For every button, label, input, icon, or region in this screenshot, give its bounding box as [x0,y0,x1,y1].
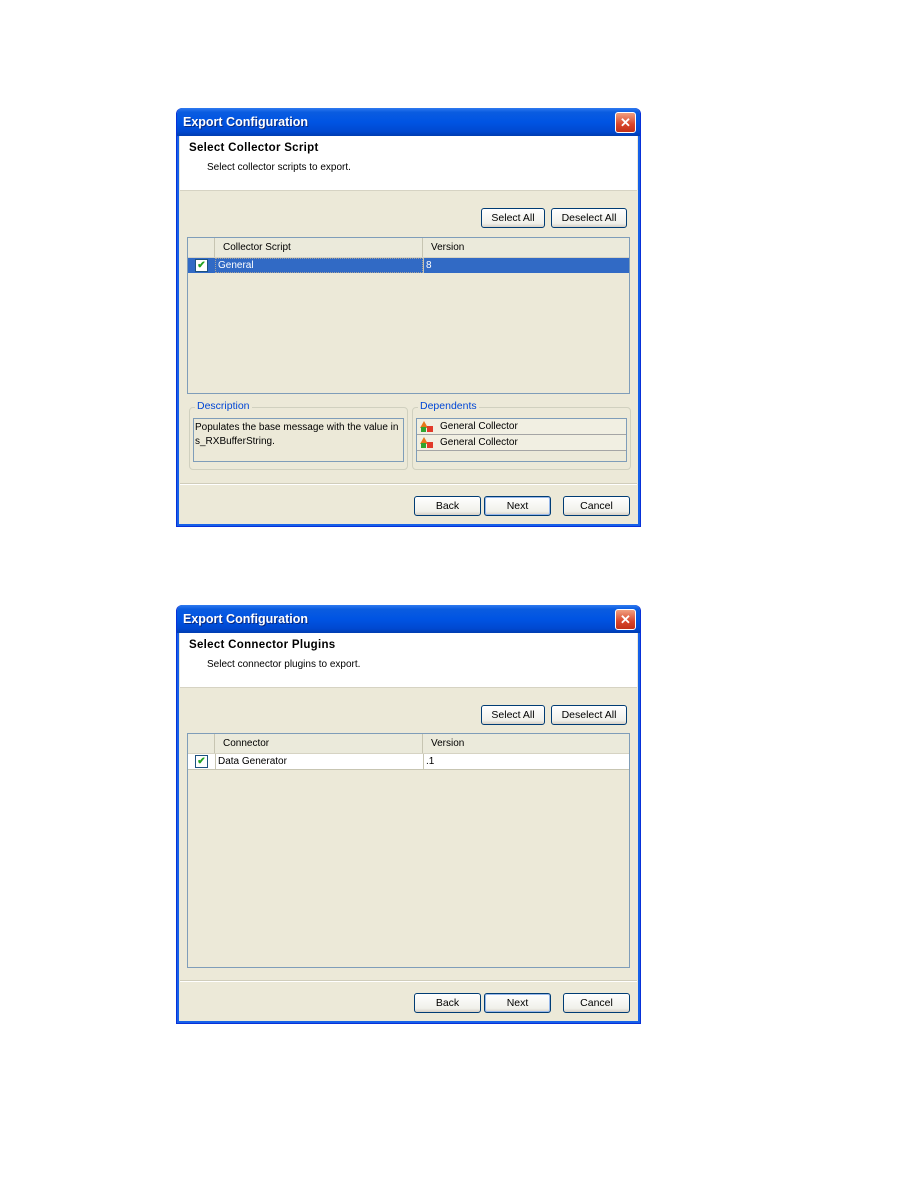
dependent-label: General Collector [440,421,518,432]
dependents-label: Dependents [418,400,479,412]
description-text: Populates the base message with the valu… [193,418,404,462]
title-bar: Export Configuration ✕ [177,108,640,136]
close-button[interactable]: ✕ [615,112,636,133]
page-title: Select Collector Script [189,142,319,154]
dependent-label: General Collector [440,437,518,448]
close-icon: ✕ [620,115,631,130]
next-button[interactable]: Next [484,496,551,516]
page-subtitle: Select collector scripts to export. [207,162,351,173]
select-all-button[interactable]: Select All [481,208,545,228]
dependents-group: Dependents General Collector General Col… [412,400,631,470]
version-cell: .1 [423,754,629,769]
footer-divider [180,483,637,485]
table-row[interactable]: ✔ General 8 [188,258,629,273]
page-subtitle: Select connector plugins to export. [207,659,361,670]
page-title: Select Connector Plugins [189,639,336,651]
script-name-cell: General [215,258,423,273]
close-icon: ✕ [620,612,631,627]
connector-table: Connector Version ✔ Data Generator .1 [187,733,630,968]
column-header-check[interactable] [188,734,215,753]
export-configuration-dialog-connector: Export Configuration ✕ Select Connector … [176,605,641,1024]
dialog-title: Export Configuration [183,115,308,129]
collector-icon [420,420,434,433]
back-button[interactable]: Back [414,993,481,1013]
collector-script-table: Collector Script Version ✔ General 8 [187,237,630,394]
dialog-title: Export Configuration [183,612,308,626]
cancel-button[interactable]: Cancel [563,993,630,1013]
list-item[interactable]: General Collector [417,435,626,451]
wizard-header: Select Collector Script Select collector… [180,136,637,191]
list-item[interactable]: General Collector [417,419,626,435]
check-icon: ✔ [197,259,206,271]
description-group: Description Populates the base message w… [189,400,408,470]
select-all-button[interactable]: Select All [481,705,545,725]
check-cell: ✔ [188,258,215,273]
row-checkbox[interactable]: ✔ [195,755,208,768]
wizard-header: Select Connector Plugins Select connecto… [180,633,637,688]
collector-icon [420,436,434,449]
row-checkbox[interactable]: ✔ [195,259,208,272]
check-cell: ✔ [188,754,215,769]
export-configuration-dialog-collector: Export Configuration ✕ Select Collector … [176,108,641,527]
table-row[interactable]: ✔ Data Generator .1 [188,754,629,770]
dependents-list: General Collector General Collector [416,418,627,462]
cancel-button[interactable]: Cancel [563,496,630,516]
table-header: Connector Version [188,734,629,754]
back-button[interactable]: Back [414,496,481,516]
column-header-collector-script[interactable]: Collector Script [215,238,423,257]
close-button[interactable]: ✕ [615,609,636,630]
check-icon: ✔ [197,755,206,767]
column-header-version[interactable]: Version [423,238,629,257]
title-bar: Export Configuration ✕ [177,605,640,633]
column-header-connector[interactable]: Connector [215,734,423,753]
column-header-version[interactable]: Version [423,734,629,753]
column-header-check[interactable] [188,238,215,257]
footer-divider [180,980,637,982]
deselect-all-button[interactable]: Deselect All [551,208,627,228]
next-button[interactable]: Next [484,993,551,1013]
description-label: Description [195,400,252,412]
table-header: Collector Script Version [188,238,629,258]
deselect-all-button[interactable]: Deselect All [551,705,627,725]
version-cell: 8 [423,258,629,273]
connector-name-cell: Data Generator [215,754,423,769]
